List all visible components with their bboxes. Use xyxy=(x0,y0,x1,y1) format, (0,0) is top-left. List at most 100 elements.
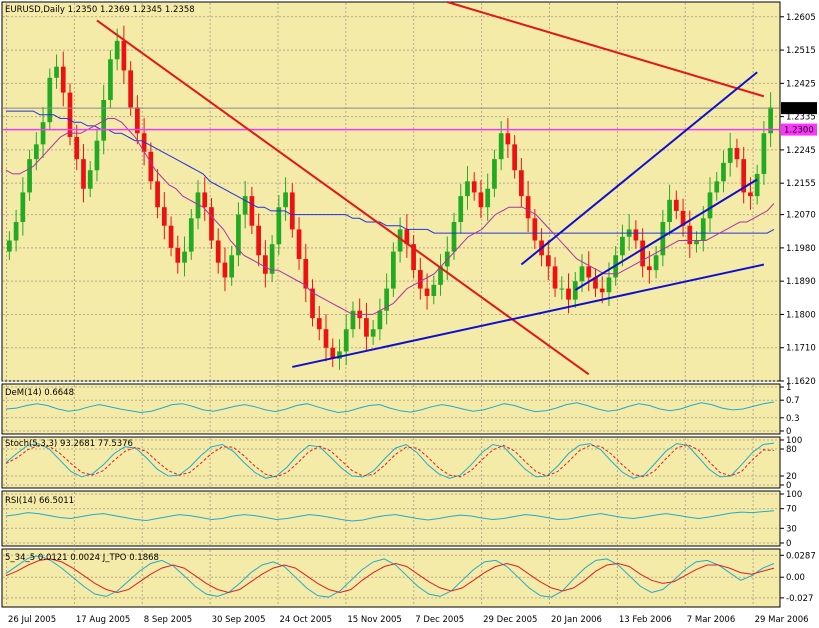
candle-bull xyxy=(276,207,282,245)
candle-bull xyxy=(572,281,578,300)
candle-bear xyxy=(215,240,221,263)
candle-bull xyxy=(27,159,32,193)
rsi-title: RSI(14) 66.5011 xyxy=(5,496,74,506)
candle-bull xyxy=(7,240,12,252)
candle-bull xyxy=(714,181,720,193)
candle-bull xyxy=(761,133,767,174)
candle-bear xyxy=(748,192,753,197)
candle-bull xyxy=(54,66,59,78)
candle-bear xyxy=(545,255,551,267)
y-tick-label: 1.1800 xyxy=(786,310,816,320)
candle-bull xyxy=(33,144,39,160)
candle-bear xyxy=(74,136,80,160)
y-tick-label: 1.2245 xyxy=(786,146,816,156)
candle-bull xyxy=(727,148,733,163)
candle-bull xyxy=(283,192,288,208)
chart-canvas[interactable]: 26 Jul 2005 17 Aug 2005 8 Sep 2005 30 Sep 2… xyxy=(0,0,819,628)
candle-bear xyxy=(161,207,167,226)
candle-bear xyxy=(552,266,558,289)
candle-bear xyxy=(566,288,571,300)
candle-bull xyxy=(108,59,113,100)
candle-bear xyxy=(673,199,679,211)
candle-bear xyxy=(81,159,86,189)
candle-bull xyxy=(451,222,457,252)
y-tick-label: 1.2070 xyxy=(786,211,816,221)
candle-bear xyxy=(168,225,174,248)
candle-bull xyxy=(559,288,565,290)
price-badge-label: 1.2358 xyxy=(784,104,814,114)
candle-bull xyxy=(606,277,612,293)
candle-bear xyxy=(263,255,268,274)
candle-bear xyxy=(249,196,255,226)
y-tick-label: 1.1980 xyxy=(786,244,816,254)
candle-bear xyxy=(202,192,208,208)
y-tick-label: 30 xyxy=(786,524,797,534)
candle-bull xyxy=(182,251,187,263)
y-tick-label: -0.027 xyxy=(786,594,813,604)
candle-bull xyxy=(667,199,672,223)
candle-bull xyxy=(377,310,383,330)
candle-bear xyxy=(599,288,605,293)
candle-bull xyxy=(465,181,470,197)
x-tick-label: 15 Nov 2005 xyxy=(347,615,401,625)
candle-bull xyxy=(498,133,504,160)
candle-bull xyxy=(242,196,248,215)
candle-bull xyxy=(485,188,491,208)
y-tick-label: 1.1890 xyxy=(786,277,816,287)
candle-bear xyxy=(512,144,517,171)
candle-bear xyxy=(148,151,154,182)
candle-bull xyxy=(229,255,235,278)
candle-bear xyxy=(316,318,322,330)
y-tick-label: 1 xyxy=(786,383,791,393)
candle-bear xyxy=(505,133,511,145)
candle-bull xyxy=(188,218,194,252)
y-tick-label: 70 xyxy=(786,505,797,515)
x-tick-label: 8 Sep 2005 xyxy=(144,615,192,625)
candle-bear xyxy=(640,240,645,267)
ao-title: 5_34_5 0.0121 0.0024 J_TPO 0.1868 xyxy=(5,553,159,563)
x-tick-label: 30 Sep 2005 xyxy=(212,615,266,625)
candle-bear xyxy=(128,70,133,108)
candle-bear xyxy=(471,181,477,193)
y-tick-label: 0.7 xyxy=(786,396,800,406)
candle-bull xyxy=(754,173,760,197)
candle-bull xyxy=(343,329,349,352)
main-chart-title: EURUSD,Daily 1.2350 1.2369 1.2345 1.2358 xyxy=(5,5,195,15)
candle-bull xyxy=(721,162,726,182)
candle-bull xyxy=(114,40,120,60)
candle-bull xyxy=(94,140,100,171)
y-tick-label: 100 xyxy=(786,490,802,500)
y-tick-label: 0.0287 xyxy=(786,551,816,561)
candle-bear xyxy=(121,40,127,71)
candle-bull xyxy=(87,170,93,189)
x-tick-label: 26 Jul 2005 xyxy=(8,615,56,625)
candle-bear xyxy=(289,192,295,230)
candle-bull xyxy=(370,329,376,337)
candle-bull xyxy=(620,236,625,256)
dem-title: DeM(14) 0.6648 xyxy=(5,388,74,398)
candle-bull xyxy=(47,77,53,123)
candle-bear xyxy=(532,218,538,241)
candle-bear xyxy=(525,196,531,219)
candle-bear xyxy=(155,181,160,208)
x-tick-label: 29 Dec 2005 xyxy=(483,615,537,625)
candle-bull xyxy=(40,122,46,145)
y-tick-label: 80 xyxy=(786,445,797,455)
candle-bull xyxy=(694,240,699,245)
candle-bear xyxy=(417,270,423,289)
candle-bull xyxy=(458,196,464,223)
y-tick-label: 1.2425 xyxy=(786,79,816,89)
candle-bear xyxy=(256,225,261,256)
candle-bear xyxy=(478,192,484,208)
candle-bull xyxy=(13,222,19,241)
candle-bull xyxy=(700,218,706,241)
candle-bear xyxy=(586,266,592,278)
candle-bull xyxy=(431,284,437,296)
candle-bear xyxy=(519,170,524,197)
pane-background-3 xyxy=(1,490,781,547)
y-tick-label: 1.1710 xyxy=(786,344,816,354)
candle-bear xyxy=(175,247,181,263)
candle-bear xyxy=(633,229,639,241)
y-tick-label: 1.2515 xyxy=(786,46,816,56)
candle-bull xyxy=(391,251,396,289)
